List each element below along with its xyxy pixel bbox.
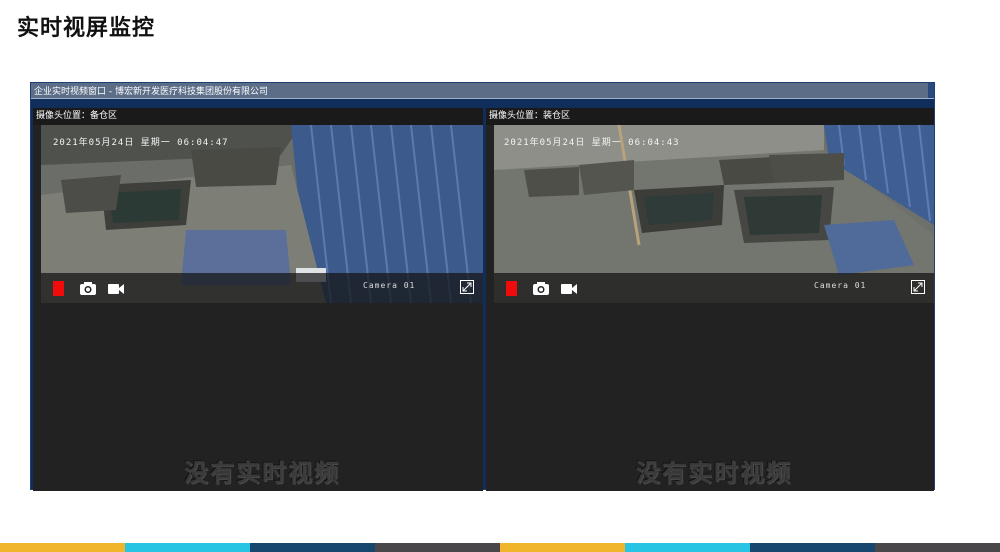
- window-title: 企业实时视频窗口 - 博宏新开发医疗科技集团股份有限公司: [34, 87, 268, 97]
- live-video-feed[interactable]: 2021年05月24日 星期一 06:04:47 Camera 01: [41, 125, 483, 303]
- footer-color-bar: [0, 543, 1000, 552]
- footer-segment: [625, 543, 750, 552]
- footer-segment: [500, 543, 625, 552]
- record-button[interactable]: [506, 281, 517, 296]
- video-camera-icon[interactable]: [107, 282, 125, 296]
- camera-panel-header: 摄像头位置：备仓区: [33, 108, 483, 125]
- no-video-text: 没有实时视频: [636, 459, 792, 487]
- osd-datetime: 2021年05月24日 星期一 06:04:47: [53, 138, 229, 148]
- live-video-feed[interactable]: 2021年05月24日 星期一 06:04:43 Camera 01: [494, 125, 934, 303]
- camera-panel-header: 摄像头位置：装仓区: [486, 108, 934, 125]
- no-video-text: 没有实时视频: [184, 459, 340, 487]
- empty-video-slot: 没有实时视频: [494, 358, 934, 491]
- camera-panel-2: 摄像头位置：装仓区 2021年05月24日 星期一 06:04:43 Camer…: [486, 108, 934, 491]
- empty-video-slot: 没有实时视频: [41, 358, 483, 491]
- video-controls: Camera 01: [494, 273, 934, 303]
- page-title: 实时视屏监控: [17, 16, 156, 41]
- monitor-window: 企业实时视频窗口 - 博宏新开发医疗科技集团股份有限公司 摄像头位置：备仓区 2…: [30, 82, 935, 491]
- window-corner: [928, 83, 934, 98]
- camera-label: Camera 01: [814, 281, 867, 290]
- fullscreen-icon[interactable]: [911, 280, 925, 294]
- footer-segment: [375, 543, 500, 552]
- window-title-bar: 企业实时视频窗口 - 博宏新开发医疗科技集团股份有限公司: [31, 83, 934, 99]
- camera-icon[interactable]: [532, 281, 550, 296]
- footer-segment: [250, 543, 375, 552]
- record-button[interactable]: [53, 281, 64, 296]
- camera-label: Camera 01: [363, 281, 416, 290]
- footer-segment: [125, 543, 250, 552]
- fullscreen-icon[interactable]: [460, 280, 474, 294]
- video-controls: Camera 01: [41, 273, 483, 303]
- footer-segment: [0, 543, 125, 552]
- camera-icon[interactable]: [79, 281, 97, 296]
- footer-segment: [750, 543, 875, 552]
- footer-segment: [875, 543, 1000, 552]
- video-camera-icon[interactable]: [560, 282, 578, 296]
- camera-panel-1: 摄像头位置：备仓区 2021年05月24日 星期一 06:04:47 Camer…: [33, 108, 483, 491]
- osd-datetime: 2021年05月24日 星期一 06:04:43: [504, 138, 680, 148]
